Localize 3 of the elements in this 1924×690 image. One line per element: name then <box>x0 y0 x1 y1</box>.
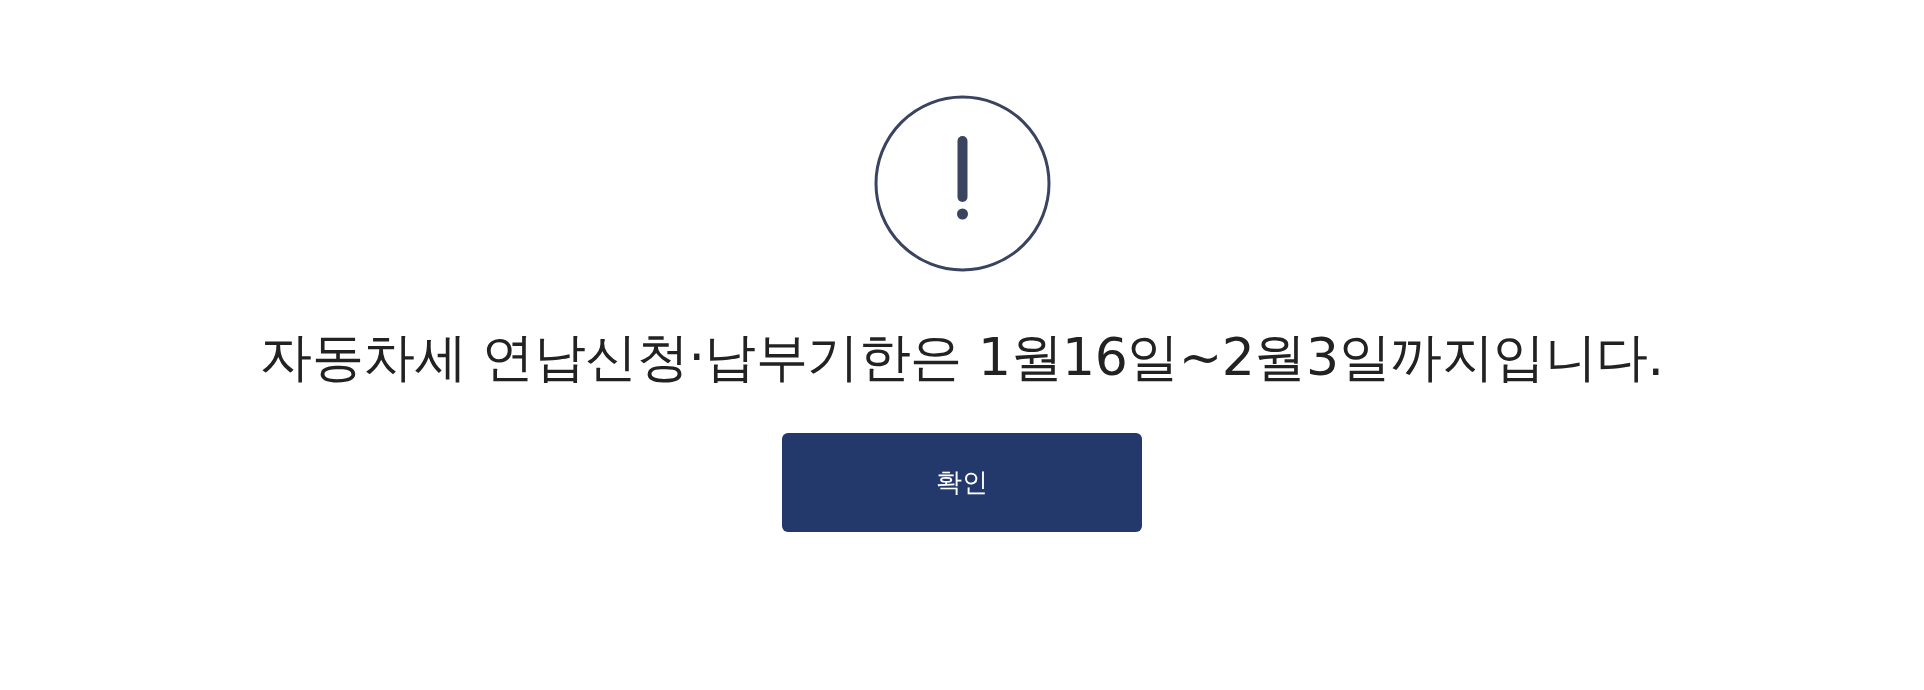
confirm-button[interactable]: 확인 <box>782 433 1142 533</box>
notice-message: 자동차세 연납신청·납부기한은 1월16일~2월3일까지입니다. <box>260 326 1664 389</box>
warning-icon <box>873 95 1051 272</box>
